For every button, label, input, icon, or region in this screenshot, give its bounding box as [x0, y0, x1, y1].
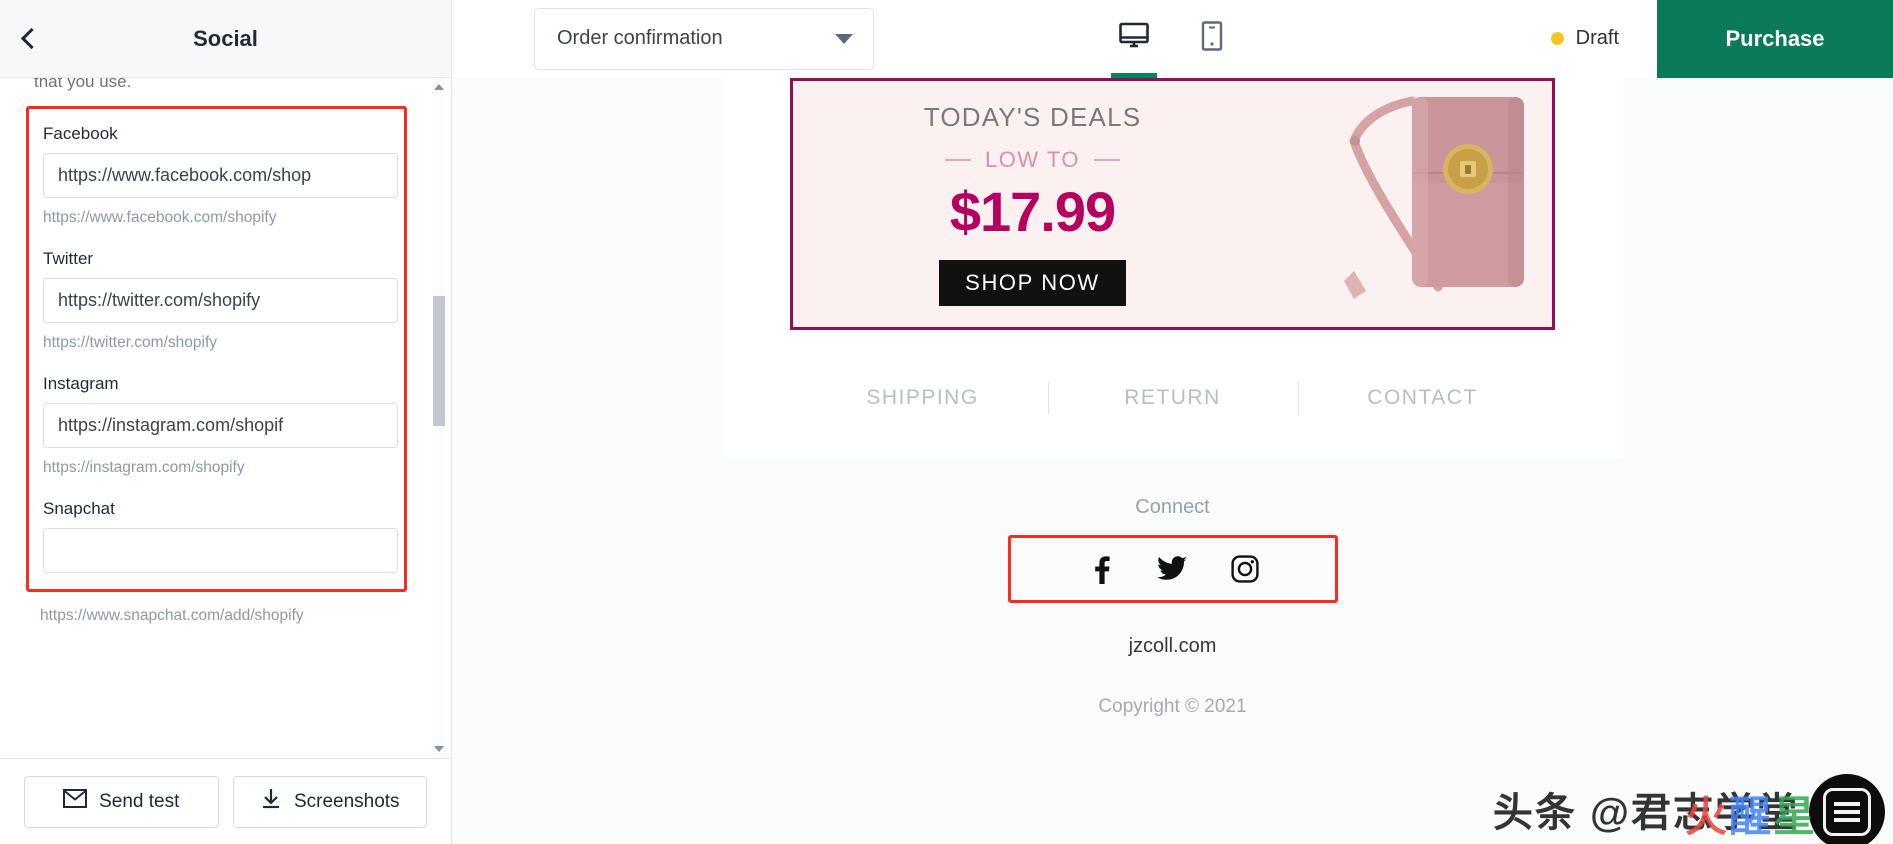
settings-scroll-area[interactable]: that you use. Facebook https://www.faceb… [0, 78, 451, 758]
envelope-icon [63, 789, 88, 814]
snapchat-url-input[interactable] [43, 528, 398, 573]
panel-header: Social [0, 0, 451, 78]
promo-price: $17.99 [949, 180, 1116, 243]
watermark-overlay-2: 醒 [1728, 793, 1773, 840]
send-test-label: Send test [99, 790, 180, 812]
email-preview: TODAY'S DEALS LOW TO $17.99 SHOP NOW SHI… [452, 78, 1893, 844]
watermark-badge-icon [1809, 774, 1885, 844]
field-label-snapchat: Snapchat [43, 499, 115, 518]
promo-banner: TODAY'S DEALS LOW TO $17.99 SHOP NOW [790, 78, 1555, 330]
desktop-icon [1118, 22, 1149, 55]
status-label: Draft [1575, 27, 1619, 49]
app-root: Social that you use. Facebook https://ww… [0, 0, 1893, 844]
instagram-icon[interactable] [1230, 555, 1259, 583]
tab-desktop-preview[interactable] [1105, 0, 1163, 78]
preview-side: Order confirmation Draft Purchase TODAY'… [452, 0, 1893, 844]
panel-footer: Send test Screenshots [0, 758, 451, 844]
mobile-icon [1201, 21, 1223, 56]
screenshots-button[interactable]: Screenshots [232, 775, 427, 828]
watermark-overlay-1: 火 [1684, 793, 1729, 840]
footer-link-return[interactable]: RETURN [1047, 382, 1298, 414]
field-label-twitter: Twitter [43, 249, 94, 268]
chevron-left-icon [20, 27, 42, 50]
download-icon [260, 788, 282, 816]
scroll-up-arrow-icon[interactable] [434, 82, 444, 92]
promo-eyebrow: TODAY'S DEALS [923, 102, 1142, 132]
field-help-instagram: https://instagram.com/shopify [43, 459, 245, 476]
promo-subtitle-row: LOW TO [945, 147, 1120, 173]
twitter-url-input[interactable] [43, 278, 398, 323]
footer-link-contact[interactable]: CONTACT [1297, 382, 1548, 414]
status-dot-icon [1550, 32, 1564, 45]
tab-mobile-preview[interactable] [1183, 0, 1241, 78]
field-instagram: Instagram https://instagram.com/shopify [43, 373, 398, 478]
connect-section: Connect jzcoll.com Copyright © 2021 [452, 496, 1893, 718]
footer-link-shipping[interactable]: SHIPPING [798, 386, 1048, 410]
dash-right-icon [1093, 159, 1120, 161]
email-card: TODAY'S DEALS LOW TO $17.99 SHOP NOW SHI… [722, 78, 1623, 458]
social-icons-highlight [1007, 535, 1338, 603]
social-settings-panel: Social that you use. Facebook https://ww… [0, 0, 452, 844]
field-help-twitter: https://twitter.com/shopify [43, 334, 218, 351]
field-facebook: Facebook https://www.facebook.com/shopif… [43, 123, 398, 228]
page-title: Social [193, 25, 258, 51]
shop-now-button[interactable]: SHOP NOW [939, 260, 1126, 306]
field-snapchat: Snapchat [43, 498, 398, 573]
toolbar: Order confirmation Draft Purchase [452, 0, 1893, 78]
scroll-down-arrow-icon[interactable] [434, 744, 444, 754]
facebook-icon[interactable] [1087, 554, 1113, 584]
template-select[interactable]: Order confirmation [534, 7, 874, 70]
facebook-url-input[interactable] [43, 153, 398, 198]
send-test-button[interactable]: Send test [24, 775, 219, 828]
instagram-url-input[interactable] [43, 403, 398, 448]
screenshots-label: Screenshots [293, 790, 400, 812]
field-twitter: Twitter https://twitter.com/shopify [43, 248, 398, 353]
field-help-snapchat: https://www.snapchat.com/add/shopify [40, 607, 304, 624]
field-label-facebook: Facebook [43, 124, 118, 143]
connect-label: Connect [1135, 496, 1210, 518]
field-help-facebook: https://www.facebook.com/shopify [43, 209, 277, 226]
status-badge: Draft [1550, 27, 1619, 50]
truncated-description: that you use. [34, 78, 132, 91]
back-button[interactable] [0, 0, 56, 77]
watermark-overlay-3: 星 [1772, 793, 1817, 840]
twitter-icon[interactable] [1156, 556, 1187, 582]
toolbar-right: Draft Purchase [1550, 0, 1893, 78]
scrollbar-thumb[interactable] [433, 296, 445, 426]
promo-subtitle: LOW TO [985, 147, 1080, 172]
email-footer-links: SHIPPING RETURN CONTACT [722, 330, 1623, 458]
dash-left-icon [945, 159, 971, 161]
field-label-instagram: Instagram [43, 374, 119, 393]
device-preview-tabs [1105, 0, 1241, 78]
product-image [1262, 81, 1552, 327]
promo-banner-text: TODAY'S DEALS LOW TO $17.99 SHOP NOW [793, 102, 1262, 306]
social-fields-highlight: Facebook https://www.facebook.com/shopif… [26, 106, 407, 592]
site-name: jzcoll.com [1128, 635, 1217, 657]
chevron-down-icon [835, 33, 853, 44]
copyright-text: Copyright © 2021 [1098, 696, 1247, 717]
watermark-overlay: 火醒星 [1685, 783, 1817, 844]
purchase-button[interactable]: Purchase [1657, 0, 1893, 78]
template-select-value: Order confirmation [557, 27, 723, 49]
